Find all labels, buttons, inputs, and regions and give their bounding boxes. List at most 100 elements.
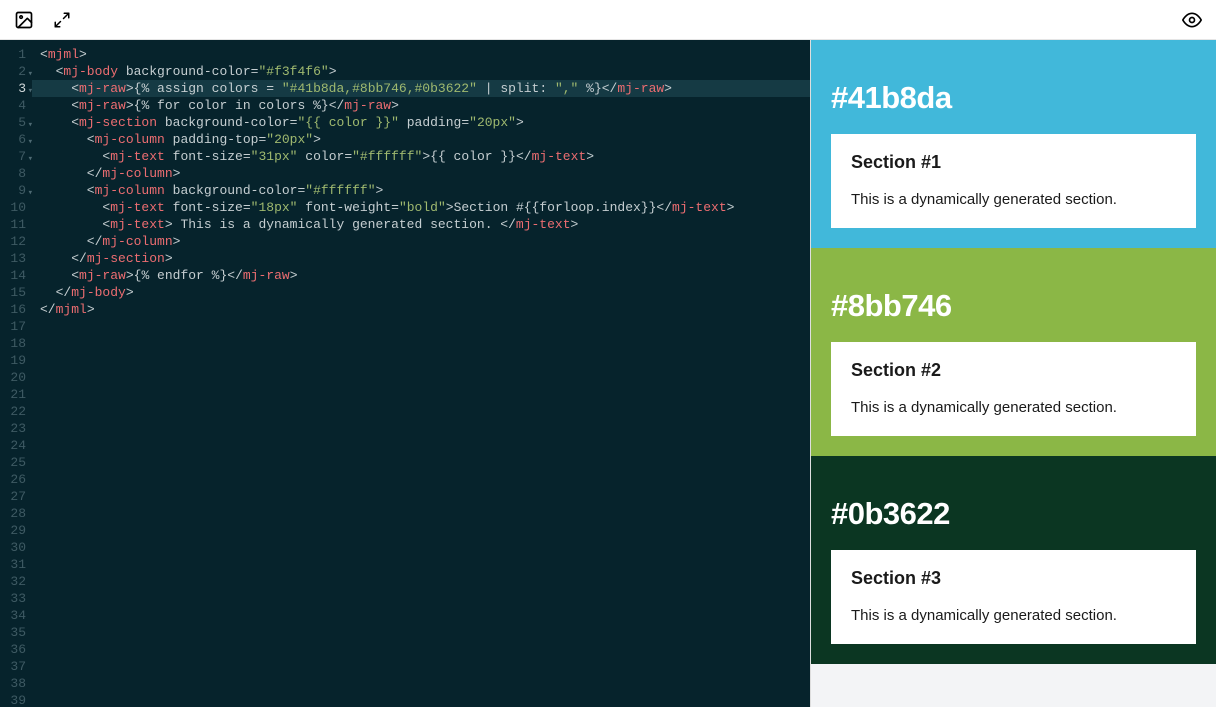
section-heading-block: #0b3622 [831,476,1196,532]
line-number: 27 [0,488,26,505]
preview-section: #0b3622Section #3This is a dynamically g… [811,456,1216,664]
line-number: 21 [0,386,26,403]
code-line[interactable] [40,471,810,488]
code-line[interactable]: <mj-text font-size="18px" font-weight="b… [40,199,810,216]
section-heading-block: #8bb746 [831,268,1196,324]
preview-section: #41b8daSection #1This is a dynamically g… [811,40,1216,248]
code-line[interactable] [40,505,810,522]
code-line[interactable]: <mj-raw>{% for color in colors %}</mj-ra… [40,97,810,114]
fold-icon[interactable]: ▾ [28,117,33,134]
fold-icon[interactable]: ▾ [28,151,33,168]
fold-icon[interactable]: ▾ [28,134,33,151]
line-number: 36 [0,641,26,658]
line-number: 32 [0,573,26,590]
line-number: 29 [0,522,26,539]
line-number: 24 [0,437,26,454]
code-line[interactable] [40,369,810,386]
line-number: 3▾ [0,80,26,97]
code-line[interactable] [40,420,810,437]
line-number: 11 [0,216,26,233]
line-number: 23 [0,420,26,437]
code-line[interactable]: </mj-body> [40,284,810,301]
code-line[interactable]: </mj-column> [40,165,810,182]
line-number: 15 [0,284,26,301]
code-line[interactable] [40,675,810,692]
code-area[interactable]: <mjml> <mj-body background-color="#f3f4f… [32,40,810,707]
line-number: 16 [0,301,26,318]
toolbar [0,0,1216,40]
code-line[interactable]: <mj-column background-color="#ffffff"> [40,182,810,199]
code-line[interactable]: <mj-raw>{% endfor %}</mj-raw> [40,267,810,284]
code-line[interactable]: </mjml> [40,301,810,318]
code-line[interactable] [40,658,810,675]
section-heading: #41b8da [831,80,1196,116]
code-line[interactable] [40,641,810,658]
section-heading: #0b3622 [831,496,1196,532]
section-heading-block: #41b8da [831,60,1196,116]
eye-icon[interactable] [1182,10,1202,30]
line-number: 25 [0,454,26,471]
code-line[interactable] [40,386,810,403]
line-number: 37 [0,658,26,675]
line-number: 17 [0,318,26,335]
line-number: 22 [0,403,26,420]
line-number: 19 [0,352,26,369]
line-number: 8 [0,165,26,182]
section-body: This is a dynamically generated section. [851,607,1176,624]
section-body: This is a dynamically generated section. [851,191,1176,208]
line-number: 10 [0,199,26,216]
code-line[interactable] [40,488,810,505]
line-number: 14 [0,267,26,284]
line-number: 31 [0,556,26,573]
line-number: 34 [0,607,26,624]
line-number: 13 [0,250,26,267]
line-number: 35 [0,624,26,641]
code-line[interactable] [40,437,810,454]
code-editor[interactable]: 12▾3▾45▾6▾7▾89▾1011121314151617181920212… [0,40,810,707]
code-line[interactable]: <mjml> [40,46,810,63]
line-number: 1 [0,46,26,63]
code-line[interactable]: <mj-section background-color="{{ color }… [40,114,810,131]
line-number: 9▾ [0,182,26,199]
code-line[interactable] [40,522,810,539]
line-number: 12 [0,233,26,250]
code-line[interactable] [40,590,810,607]
code-line[interactable] [40,454,810,471]
preview-pane: #41b8daSection #1This is a dynamically g… [810,40,1216,707]
code-line[interactable]: <mj-text font-size="31px" color="#ffffff… [40,148,810,165]
line-number: 30 [0,539,26,556]
fold-icon[interactable]: ▾ [28,66,33,83]
code-line[interactable] [40,692,810,707]
preview-section: #8bb746 Section #2This is a dynamically g… [811,248,1216,456]
code-line[interactable] [40,318,810,335]
code-line[interactable]: <mj-body background-color="#f3f4f6"> [40,63,810,80]
expand-icon[interactable] [52,10,72,30]
main: 12▾3▾45▾6▾7▾89▾1011121314151617181920212… [0,40,1216,707]
code-line[interactable] [40,556,810,573]
fold-icon[interactable]: ▾ [28,83,33,100]
code-line[interactable] [40,607,810,624]
image-icon[interactable] [14,10,34,30]
code-line[interactable]: <mj-raw>{% assign colors = "#41b8da,#8bb… [32,80,810,97]
code-line[interactable] [40,539,810,556]
line-number: 20 [0,369,26,386]
section-heading: #8bb746 [831,288,1196,324]
section-card: Section #2This is a dynamically generate… [831,342,1196,436]
fold-icon[interactable]: ▾ [28,185,33,202]
code-line[interactable]: </mj-section> [40,250,810,267]
section-body: This is a dynamically generated section. [851,399,1176,416]
line-number: 6▾ [0,131,26,148]
code-line[interactable]: </mj-column> [40,233,810,250]
code-line[interactable]: <mj-column padding-top="20px"> [40,131,810,148]
code-line[interactable] [40,624,810,641]
code-line[interactable]: <mj-text> This is a dynamically generate… [40,216,810,233]
code-line[interactable] [40,335,810,352]
code-line[interactable] [40,352,810,369]
code-line[interactable] [40,403,810,420]
line-number: 26 [0,471,26,488]
toolbar-left [14,10,72,30]
line-number: 5▾ [0,114,26,131]
line-number: 18 [0,335,26,352]
line-number: 2▾ [0,63,26,80]
code-line[interactable] [40,573,810,590]
